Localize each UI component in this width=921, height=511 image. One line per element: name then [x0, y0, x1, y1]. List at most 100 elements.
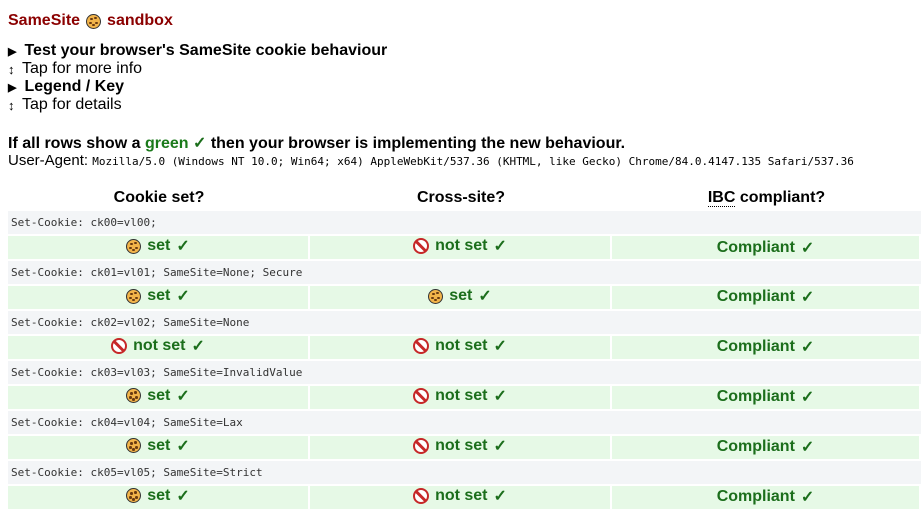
header-compliant-label: compliant? — [739, 189, 826, 206]
compliance-cell: Compliant ✓ — [612, 385, 921, 409]
lead-after: then your browser is implementing the ne… — [210, 135, 626, 152]
cross-site-cell-text: not set — [435, 436, 488, 454]
cookie-icon — [126, 488, 142, 504]
set-cookie-header: Set-Cookie: ck02=vl02; SameSite=None — [8, 310, 921, 334]
result-row: set ✓ not set ✓ Compliant ✓ — [8, 385, 921, 409]
cross-site-cell: not set ✓ — [310, 385, 612, 409]
compliance-cell: Compliant ✓ — [612, 236, 921, 259]
check-icon: ✓ — [800, 339, 815, 356]
config-row: Set-Cookie: ck05=vl05; SameSite=Strict — [8, 460, 921, 484]
check-icon: ✓ — [176, 238, 190, 256]
cross-site-cell: not set ✓ — [310, 335, 612, 359]
hint-more-info-label: Tap for more info — [22, 60, 143, 77]
details-test-summary[interactable]: ▶ Test your browser's SameSite cookie be… — [8, 42, 387, 60]
check-icon: ✓ — [493, 487, 507, 505]
header-cross-site: Cross-site? — [416, 189, 506, 206]
hint-more-info[interactable]: ↕ Tap for more info — [8, 60, 142, 78]
cross-site-cell-text: set — [449, 287, 473, 304]
check-icon: ✓ — [493, 387, 507, 405]
cookie-set-cell-text: set — [147, 237, 171, 255]
compliance-cell-text: Compliant — [716, 288, 795, 306]
cross-site-cell-text: not set — [435, 486, 488, 504]
compliance-cell: Compliant ✓ — [612, 335, 921, 359]
cookie-set-cell: set ✓ — [8, 385, 310, 409]
cookie-set-cell: set ✓ — [8, 286, 310, 309]
no-entry-icon — [413, 437, 430, 454]
cross-site-cell: set ✓ — [310, 286, 612, 309]
cookie-set-cell: not set ✓ — [8, 335, 310, 359]
page-title: SameSite sandbox — [8, 12, 173, 30]
set-cookie-header: Set-Cookie: ck00=vl00; — [8, 211, 921, 234]
cookie-set-cell-text: set — [147, 486, 171, 504]
cross-site-cell: not set ✓ — [310, 485, 612, 509]
check-icon: ✓ — [176, 387, 190, 405]
no-entry-icon — [111, 337, 128, 354]
cookie-set-cell-text: set — [147, 386, 171, 404]
cookie-icon — [126, 288, 142, 304]
cookie-set-cell: set ✓ — [8, 435, 310, 459]
check-icon: ✓ — [493, 238, 507, 255]
check-icon: ✓ — [800, 439, 815, 456]
result-row: set ✓ not set ✓ Compliant ✓ — [8, 485, 921, 509]
cookie-icon — [126, 388, 142, 404]
cross-site-cell: not set ✓ — [310, 236, 612, 259]
lead-before: If all rows show a — [8, 135, 141, 152]
check-icon: ✓ — [493, 337, 507, 355]
header-compliant: IBC compliant? — [612, 187, 921, 209]
cookie-set-cell-text: not set — [133, 336, 186, 354]
compliance-cell: Compliant ✓ — [612, 435, 921, 459]
compliance-cell: Compliant ✓ — [612, 485, 921, 509]
compliance-cell-text: Compliant — [716, 438, 795, 455]
up-down-arrow-icon: ↕ — [8, 61, 15, 77]
compliance-cell: Compliant ✓ — [612, 286, 921, 309]
disclosure-triangle-icon: ▶ — [8, 81, 17, 94]
compliance-cell-text: Compliant — [716, 488, 795, 505]
config-row: Set-Cookie: ck01=vl01; SameSite=None; Se… — [8, 261, 921, 284]
details-legend-label: Legend / Key — [24, 78, 125, 95]
set-cookie-header: Set-Cookie: ck04=vl04; SameSite=Lax — [8, 410, 921, 434]
cookie-icon — [126, 238, 142, 254]
cross-site-cell-text: not set — [435, 237, 488, 254]
no-entry-icon — [413, 337, 430, 354]
result-row: set ✓ set ✓ Compliant ✓ — [8, 286, 921, 309]
details-test-label: Test your browser's SameSite cookie beha… — [24, 42, 388, 59]
cookie-set-cell-text: set — [147, 436, 171, 454]
cookie-icon — [126, 438, 142, 454]
set-cookie-header: Set-Cookie: ck03=vl03; SameSite=InvalidV… — [8, 360, 921, 384]
disclosure-triangle-icon: ▶ — [8, 45, 17, 58]
check-icon: ✓ — [191, 337, 205, 355]
config-row: Set-Cookie: ck02=vl02; SameSite=None — [8, 310, 921, 334]
check-icon: ✓ — [176, 437, 190, 455]
check-icon: ✓ — [800, 239, 815, 257]
cookie-icon — [428, 288, 444, 304]
check-icon: ✓ — [176, 288, 190, 305]
check-icon: ✓ — [176, 487, 190, 505]
lead-text: If all rows show a green ✓ then your bro… — [8, 133, 625, 153]
cross-site-cell-text: not set — [435, 336, 488, 354]
set-cookie-header: Set-Cookie: ck05=vl05; SameSite=Strict — [8, 460, 921, 484]
cookie-set-cell: set ✓ — [8, 236, 310, 259]
result-row: set ✓ not set ✓ Compliant ✓ — [8, 435, 921, 459]
details-legend-summary[interactable]: ▶ Legend / Key — [8, 78, 124, 96]
compliance-cell-text: Compliant — [716, 338, 795, 355]
cookie-set-cell: set ✓ — [8, 485, 310, 509]
result-row: set ✓ not set ✓ Compliant ✓ — [8, 236, 921, 259]
config-row: Set-Cookie: ck04=vl04; SameSite=Lax — [8, 410, 921, 434]
compliance-cell-text: Compliant — [716, 388, 795, 405]
config-row: Set-Cookie: ck03=vl03; SameSite=InvalidV… — [8, 360, 921, 384]
no-entry-icon — [413, 387, 430, 404]
check-icon: ✓ — [478, 288, 492, 305]
user-agent-line: User-Agent: Mozilla/5.0 (Windows NT 10.0… — [8, 152, 854, 169]
check-icon: ✓ — [800, 489, 815, 506]
header-cookie-set: Cookie set? — [113, 189, 205, 206]
user-agent-label: User-Agent: — [8, 152, 89, 169]
check-icon: ✓ — [192, 135, 207, 152]
ibc-abbr[interactable]: IBC — [707, 189, 736, 207]
result-row: not set ✓ not set ✓ Compliant ✓ — [8, 335, 921, 359]
no-entry-icon — [413, 238, 430, 254]
hint-details[interactable]: ↕ Tap for details — [8, 96, 122, 114]
results-table: Cookie set? Cross-site? IBC compliant? S… — [8, 185, 921, 511]
cookie-icon — [86, 13, 102, 29]
check-icon: ✓ — [800, 389, 815, 406]
user-agent-value: Mozilla/5.0 (Windows NT 10.0; Win64; x64… — [92, 155, 854, 168]
